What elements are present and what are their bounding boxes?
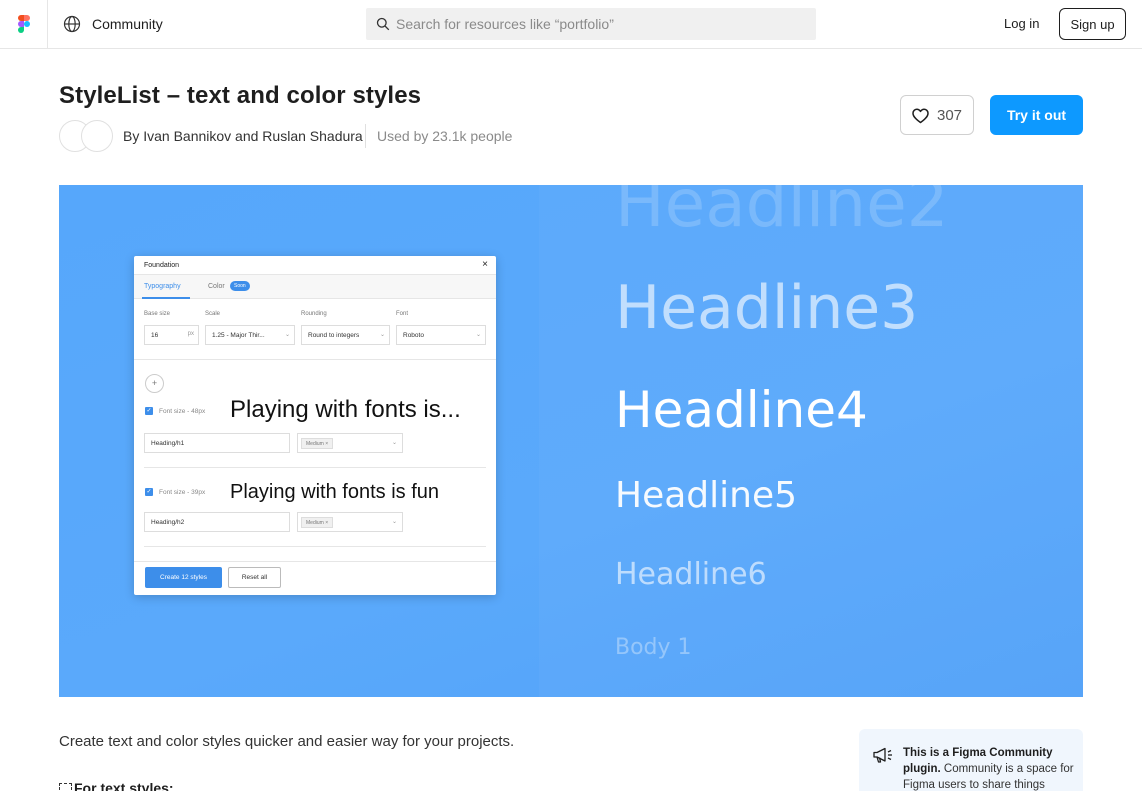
page-title: StyleList – text and color styles [59, 82, 422, 109]
top-bar: Community Log in Sign up [0, 0, 1142, 49]
weight-select: Medium × ⌄ [297, 433, 403, 453]
search-input[interactable] [396, 8, 806, 40]
chip-remove-icon: × [325, 441, 329, 447]
figma-logo-icon[interactable] [18, 15, 30, 33]
chevron-down-icon: ⌄ [284, 332, 290, 338]
scale-select: 1.25 - Major Thir... ⌄ [205, 325, 295, 345]
chip-remove-icon: × [325, 520, 329, 526]
hero-image: Headline2 Headline3 Headline4 Headline5 … [59, 185, 1083, 697]
divider [144, 467, 486, 468]
weight-chip-label: Medium [306, 520, 324, 526]
used-by-count: Used by 23.1k people [377, 128, 513, 144]
base-size-field: 16 px [144, 325, 199, 345]
author-avatar[interactable] [81, 120, 113, 152]
plugin-window-mock: Foundation × Typography Color Soon Base … [134, 256, 496, 595]
style-name-field: Heading/h2 [144, 512, 290, 532]
soon-badge: Soon [230, 281, 250, 291]
preview-text: Playing with fonts is fun [230, 481, 439, 503]
unit-label: px [187, 331, 194, 337]
search-box[interactable] [366, 8, 816, 40]
logo-cell[interactable] [0, 0, 48, 48]
headline3-sample: Headline3 [615, 273, 919, 343]
hero-right-panel [539, 185, 1083, 697]
divider [144, 546, 486, 547]
like-button[interactable]: 307 [900, 95, 974, 135]
weight-chip: Medium × [301, 517, 334, 528]
login-button[interactable]: Log in [1004, 16, 1039, 31]
body1-sample: Body 1 [615, 635, 692, 660]
font-size-label: Font size - 48px [159, 408, 206, 415]
plugin-header: Foundation × [134, 256, 496, 275]
headline2-sample: Headline2 [615, 185, 949, 242]
plugin-tabs: Typography Color Soon [134, 275, 496, 299]
font-value: Roboto [403, 332, 424, 339]
tab-color: Color [208, 283, 225, 290]
add-icon: + [145, 374, 164, 393]
rounding-select: Round to integers ⌄ [301, 325, 390, 345]
headline6-sample: Headline6 [615, 557, 767, 592]
text-styles-label: For text styles: [74, 780, 174, 791]
scale-label: Scale [205, 311, 221, 317]
heart-icon [912, 108, 929, 124]
weight-chip: Medium × [301, 438, 334, 449]
community-link[interactable]: Community [92, 16, 163, 32]
base-size-value: 16 [151, 332, 159, 339]
font-select: Roboto ⌄ [396, 325, 486, 345]
plugin-title: Foundation [144, 262, 180, 269]
globe-icon [63, 15, 81, 33]
search-icon [376, 17, 390, 31]
like-count: 307 [937, 107, 963, 124]
chevron-down-icon: ⌄ [391, 519, 397, 525]
note-icon [59, 783, 72, 791]
chevron-down-icon: ⌄ [379, 332, 385, 338]
font-size-label: Font size - 39px [159, 489, 206, 496]
base-size-label: Base size [144, 311, 171, 317]
meta-divider [365, 124, 366, 148]
rounding-value: Round to integers [308, 332, 360, 339]
font-label: Font [396, 311, 409, 317]
divider [134, 359, 496, 360]
active-tab-indicator [142, 297, 190, 299]
checkbox-checked-icon: ✓ [145, 488, 153, 496]
scale-value: 1.25 - Major Thir... [212, 332, 265, 339]
chevron-down-icon: ⌄ [475, 332, 481, 338]
create-styles-button: Create 12 styles [145, 567, 222, 588]
community-info-card: This is a Figma Community plugin. Commun… [859, 729, 1083, 791]
description-text: Create text and color styles quicker and… [59, 733, 515, 750]
checkbox-checked-icon: ✓ [145, 407, 153, 415]
rounding-label: Rounding [301, 311, 327, 317]
megaphone-icon [873, 747, 892, 763]
divider [134, 561, 496, 562]
close-icon: × [482, 259, 488, 270]
info-text: This is a Figma Community plugin. Commun… [903, 745, 1075, 791]
chevron-down-icon: ⌄ [391, 440, 397, 446]
headline5-sample: Headline5 [615, 475, 798, 516]
tab-typography: Typography [144, 283, 181, 290]
text-styles-heading: For text styles: [59, 780, 174, 791]
weight-chip-label: Medium [306, 441, 324, 447]
authors-link[interactable]: By Ivan Bannikov and Ruslan Shadura [123, 128, 363, 144]
preview-text: Playing with fonts is... [230, 396, 461, 423]
try-it-out-button[interactable]: Try it out [990, 95, 1083, 135]
signup-button[interactable]: Sign up [1059, 8, 1126, 40]
style-name-field: Heading/h1 [144, 433, 290, 453]
weight-select: Medium × ⌄ [297, 512, 403, 532]
reset-all-button: Reset all [228, 567, 281, 588]
headline4-sample: Headline4 [615, 381, 868, 439]
